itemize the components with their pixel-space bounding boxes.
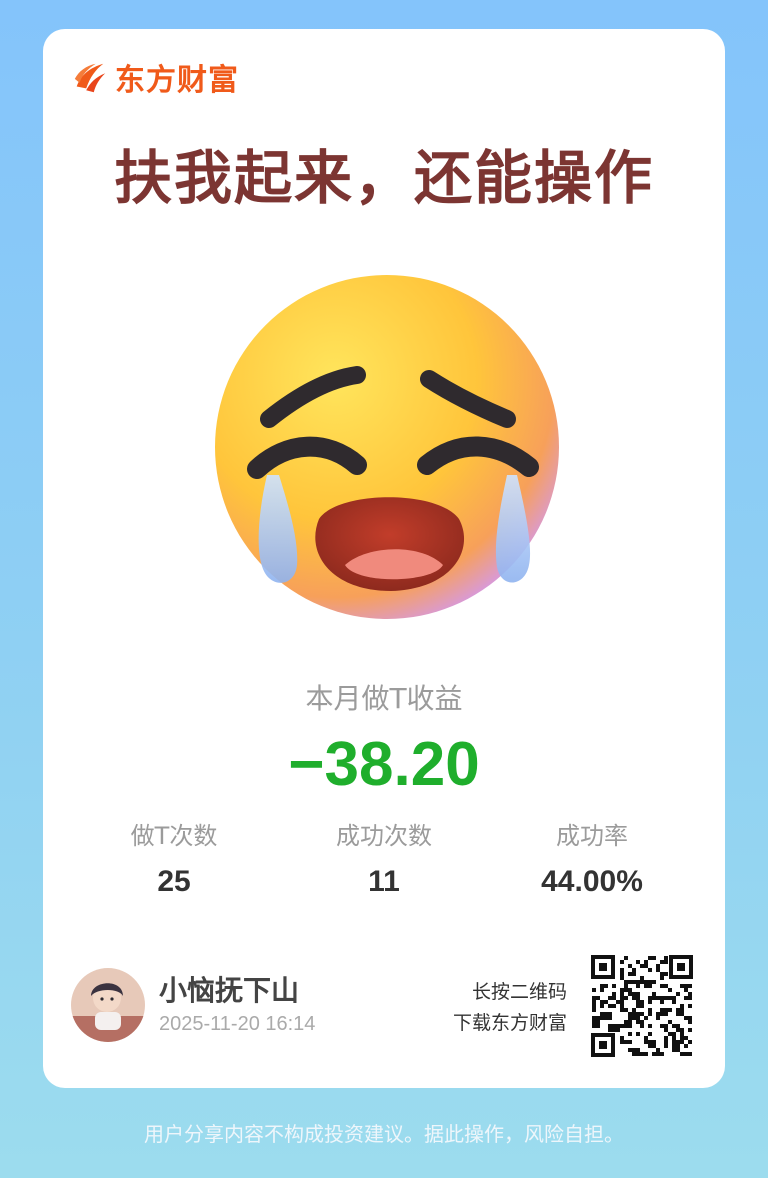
brand-header: 东方财富 (71, 57, 239, 98)
username[interactable]: 小恼抚下山 (159, 969, 299, 1009)
qr-hint-line1: 长按二维码 (471, 981, 567, 1003)
stat-trade-count: 做T次数 25 (64, 819, 284, 899)
avatar[interactable] (71, 968, 145, 1042)
qr-hint: 长按二维码 下载东方财富 (453, 977, 567, 1039)
crying-face-icon (215, 275, 559, 619)
stat-label: 成功率 (556, 822, 628, 850)
share-timestamp: 2025-11-20 16:14 (159, 1013, 316, 1035)
headline: 扶我起来，还能操作 (113, 144, 654, 212)
stat-label: 做T次数 (130, 822, 218, 850)
disclaimer: 用户分享内容不构成投资建议。据此操作，风险自担。 (144, 1122, 624, 1146)
eastmoney-logo-icon (74, 63, 106, 93)
stat-value: 25 (157, 865, 191, 898)
stat-success-rate: 成功率 44.00% (482, 819, 702, 899)
metric-value: −38.20 (288, 730, 480, 799)
stat-value: 44.00% (541, 865, 643, 898)
stat-success-count: 成功次数 11 (274, 819, 494, 899)
qr-hint-line2: 下载东方财富 (452, 1012, 567, 1034)
brand-name: 东方财富 (115, 63, 239, 98)
stat-label: 成功次数 (336, 822, 432, 850)
metric-label: 本月做T收益 (305, 682, 463, 715)
share-card: 东方财富 扶我起来，还能操作 本月做T收益 −38.20 做T次数 25 成功次… (43, 29, 725, 1088)
stat-value: 11 (368, 865, 400, 898)
qr-code[interactable] (591, 955, 693, 1057)
